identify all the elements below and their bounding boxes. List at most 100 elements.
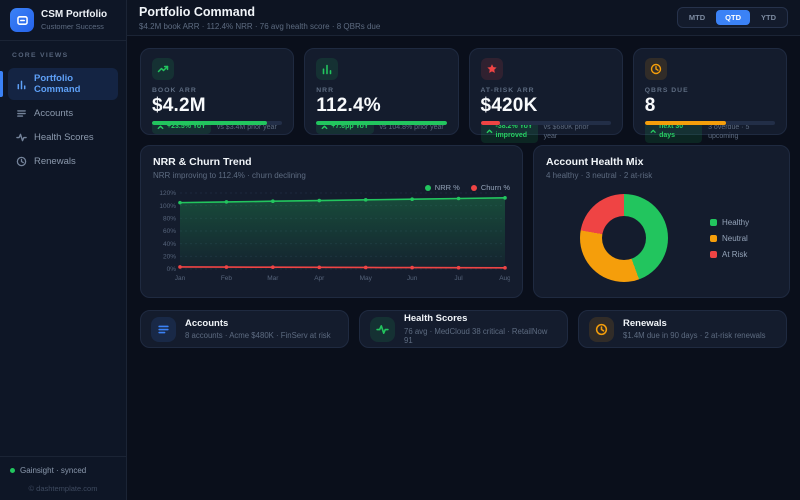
date-range-toggle: MTD QTD YTD xyxy=(676,7,788,28)
progress-bar xyxy=(316,121,447,125)
kpi-label: NRR xyxy=(316,87,334,94)
legend-swatch xyxy=(710,250,717,258)
shortcut-subtitle: $1.4M due in 90 days · 2 at-risk renewal… xyxy=(623,331,766,341)
sidebar-item-health-scores[interactable]: Health Scores xyxy=(8,127,118,148)
kpi-card-qbrs-due: QBRS DUE 8 next 30 days 3 overdue · 5 up… xyxy=(632,48,787,143)
progress-fill xyxy=(480,121,501,125)
svg-text:60%: 60% xyxy=(163,228,176,235)
activity-icon xyxy=(16,132,27,143)
kpi-card-book-arr: BOOK ARR $4.2M +23.5% YoY vs $3.4M prior… xyxy=(140,48,295,135)
sync-status-text: Gainsight · synced xyxy=(20,466,87,475)
page-header: Portfolio Command $4.2M book ARR · 112.4… xyxy=(127,0,800,36)
svg-text:Apr: Apr xyxy=(314,275,325,282)
nrr-churn-trend-panel: NRR & Churn Trend NRR improving to 112.4… xyxy=(140,145,523,298)
svg-text:Jan: Jan xyxy=(175,275,186,282)
svg-text:May: May xyxy=(360,275,373,282)
copyright: © dashtemplate.com xyxy=(28,484,98,493)
sync-status: Gainsight · synced xyxy=(10,466,116,475)
svg-text:Jul: Jul xyxy=(454,275,463,282)
toggle-qtd[interactable]: QTD xyxy=(716,10,750,25)
health-mix-donut xyxy=(580,194,668,282)
kpi-card-at-risk-arr: AT-RISK ARR $420K -38.2% YoY improved vs … xyxy=(468,48,623,143)
chart-legend: NRR % Churn % xyxy=(424,183,510,192)
progress-bar xyxy=(152,121,283,125)
sidebar-item-label: Renewals xyxy=(34,156,76,167)
kpi-comparison: 3 overdue · 5 upcoming xyxy=(708,123,750,140)
legend-item-churn: Churn % xyxy=(470,183,510,192)
bar-chart-icon xyxy=(316,58,339,80)
content-area: BOOK ARR $4.2M +23.5% YoY vs $3.4M prior… xyxy=(127,36,800,360)
svg-text:Mar: Mar xyxy=(267,275,279,282)
activity-icon xyxy=(370,316,395,342)
legend-swatch xyxy=(710,234,717,242)
shortcut-title: Accounts xyxy=(185,317,229,329)
legend-dot xyxy=(470,184,477,191)
kpi-value: $420K xyxy=(480,95,538,116)
progress-fill xyxy=(644,121,726,125)
svg-text:Jun: Jun xyxy=(407,275,418,282)
svg-text:20%: 20% xyxy=(163,254,176,261)
kpi-label: QBRS DUE xyxy=(644,87,689,94)
shortcut-title: Health Scores xyxy=(404,313,468,325)
brand-subtitle: Customer Success xyxy=(41,22,104,31)
shortcut-title: Renewals xyxy=(623,317,667,329)
sidebar-item-label: Health Scores xyxy=(34,132,94,143)
progress-bar xyxy=(480,121,611,125)
svg-text:40%: 40% xyxy=(163,241,176,248)
svg-text:120%: 120% xyxy=(159,190,176,197)
svg-text:100%: 100% xyxy=(159,203,176,210)
chevron-up-icon xyxy=(486,129,492,134)
main-content: Portfolio Command $4.2M book ARR · 112.4… xyxy=(127,0,800,500)
shortcut-row: Accounts 8 accounts · Acme $480K · FinSe… xyxy=(140,310,787,348)
list-icon xyxy=(151,316,176,342)
panel-title: NRR & Churn Trend xyxy=(153,156,252,168)
shortcut-subtitle: 76 avg · MedCloud 38 critical · RetailNo… xyxy=(404,326,548,345)
list-icon xyxy=(16,108,27,119)
kpi-comparison: vs $680K prior year xyxy=(543,123,589,140)
account-health-mix-panel: Account Health Mix 4 healthy · 3 neutral… xyxy=(533,145,790,298)
page-title: Portfolio Command xyxy=(139,4,255,19)
svg-text:Feb: Feb xyxy=(221,275,233,282)
sidebar-section-label: CORE VIEWS xyxy=(12,52,69,59)
legend-swatch xyxy=(710,218,717,226)
legend-item-nrr: NRR % xyxy=(424,183,460,192)
legend-item-healthy: Healthy xyxy=(710,218,749,227)
panel-subtitle: 4 healthy · 3 neutral · 2 at-risk xyxy=(546,171,653,180)
kpi-card-nrr: NRR 112.4% +7.6pp YoY vs 104.8% prior ye… xyxy=(304,48,459,135)
shortcut-card-health-scores[interactable]: Health Scores 76 avg · MedCloud 38 criti… xyxy=(359,310,568,348)
sidebar-nav: CORE VIEWS Portfolio Command Accounts He… xyxy=(0,41,126,456)
page-subtitle: $4.2M book ARR · 112.4% NRR · 76 avg hea… xyxy=(139,21,381,31)
svg-text:80%: 80% xyxy=(163,216,176,223)
clock-icon xyxy=(644,58,667,80)
kpi-value: $4.2M xyxy=(152,95,206,116)
toggle-ytd[interactable]: YTD xyxy=(752,10,785,25)
progress-fill xyxy=(152,121,267,125)
panel-subtitle: NRR improving to 112.4% · churn declinin… xyxy=(153,171,306,180)
bar-chart-icon xyxy=(16,79,27,90)
kpi-value: 112.4% xyxy=(316,95,381,116)
shortcut-card-renewals[interactable]: Renewals $1.4M due in 90 days · 2 at-ris… xyxy=(578,310,787,348)
svg-text:Aug: Aug xyxy=(499,275,510,282)
sidebar-item-portfolio-command[interactable]: Portfolio Command xyxy=(0,68,118,100)
shortcut-card-accounts[interactable]: Accounts 8 accounts · Acme $480K · FinSe… xyxy=(140,310,349,348)
clock-icon xyxy=(589,316,614,342)
clock-icon xyxy=(16,156,27,167)
kpi-label: AT-RISK ARR xyxy=(480,87,535,94)
legend-dot xyxy=(424,184,431,191)
legend-item-at-risk: At Risk xyxy=(710,250,749,259)
kpi-value: 8 xyxy=(644,95,656,116)
sidebar-item-renewals[interactable]: Renewals xyxy=(8,151,118,172)
trending-up-icon xyxy=(152,58,174,80)
kpi-label: BOOK ARR xyxy=(152,87,197,94)
progress-fill xyxy=(316,121,447,125)
brand-name: CSM Portfolio xyxy=(41,9,108,20)
sidebar-item-accounts[interactable]: Accounts xyxy=(8,103,118,124)
chevron-up-icon xyxy=(650,129,656,134)
legend-item-neutral: Neutral xyxy=(710,234,749,243)
toggle-mtd[interactable]: MTD xyxy=(680,10,714,25)
logo-icon xyxy=(10,8,34,32)
charts-row: NRR & Churn Trend NRR improving to 112.4… xyxy=(140,145,790,298)
sidebar-footer: Gainsight · synced © dashtemplate.com xyxy=(0,456,126,500)
svg-text:0%: 0% xyxy=(167,266,177,273)
alert-icon xyxy=(480,58,503,80)
